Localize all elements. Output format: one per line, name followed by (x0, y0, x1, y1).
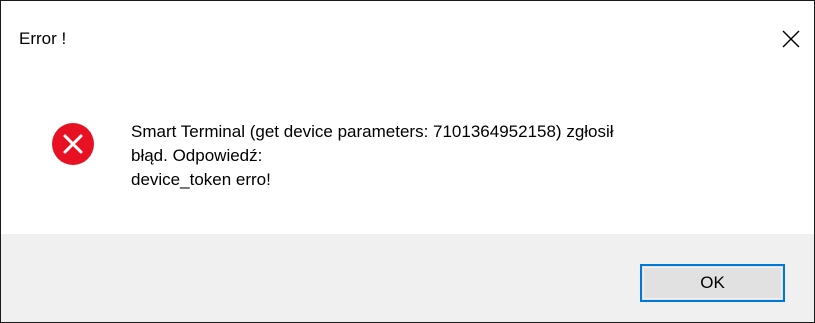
ok-button[interactable]: OK (640, 264, 785, 302)
error-icon (52, 123, 94, 165)
button-bar: OK (1, 234, 814, 322)
message-line: błąd. Odpowiedź: (131, 146, 263, 165)
close-button[interactable] (768, 17, 814, 61)
dialog-body: Smart Terminal (get device parameters: 7… (1, 63, 814, 234)
message-line: device_token erro! (131, 170, 271, 189)
error-message: Smart Terminal (get device parameters: 7… (131, 120, 791, 192)
close-icon (782, 30, 800, 48)
error-dialog: Error ! Smart Terminal (get device param… (0, 0, 815, 323)
message-line: Smart Terminal (get device parameters: 7… (131, 122, 614, 141)
window-title: Error ! (19, 29, 67, 48)
title-bar[interactable]: Error ! (1, 1, 814, 63)
